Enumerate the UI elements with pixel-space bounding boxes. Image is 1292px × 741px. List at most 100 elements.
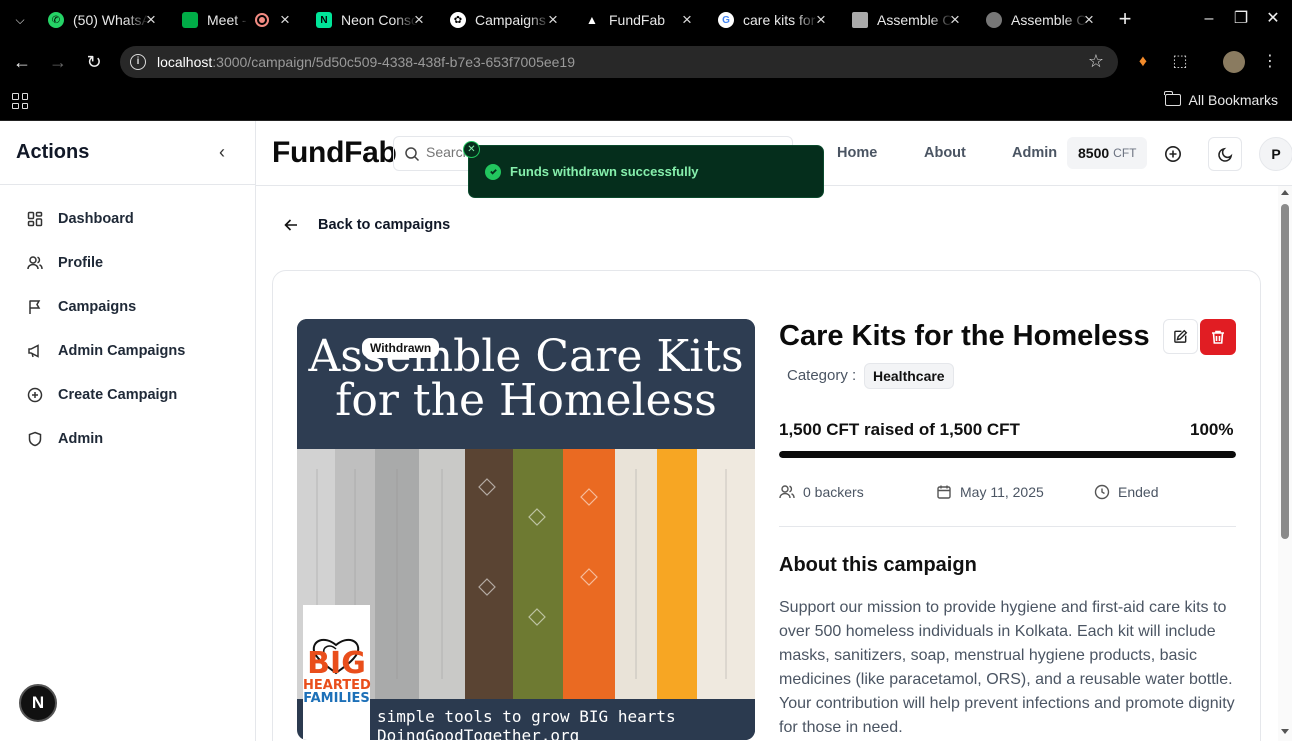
withdrawn-status-badge: Withdrawn <box>362 338 440 358</box>
forward-arrow-icon[interactable]: → <box>46 50 70 74</box>
reload-icon[interactable]: ↻ <box>82 50 106 74</box>
users-icon <box>779 485 795 499</box>
big-hearted-families-logo: BIG HEARTED FAMILIES <box>303 605 371 740</box>
close-tab-icon[interactable]: × <box>410 11 428 29</box>
site-info-icon[interactable]: i <box>130 54 146 70</box>
edit-pencil-icon <box>1174 329 1188 343</box>
status-stat: Ended <box>1094 484 1158 500</box>
sidebar-item-create-campaign[interactable]: Create Campaign <box>16 377 240 413</box>
about-description: Support our mission to provide hygiene a… <box>779 599 1235 736</box>
nav-home-link[interactable]: Home <box>837 145 877 161</box>
restore-window-icon[interactable]: ❐ <box>1230 8 1252 30</box>
close-tab-icon[interactable]: × <box>276 11 294 29</box>
token-balance: 8500 CFT <box>1067 137 1148 169</box>
browser-tab[interactable]: ✆ (50) WhatsApp × <box>48 6 160 34</box>
collapse-chevron-left-icon[interactable]: ‹ <box>212 142 232 162</box>
sidebar-item-admin[interactable]: Admin <box>16 421 240 457</box>
close-tab-icon[interactable]: × <box>142 11 160 29</box>
url-text[interactable]: localhost:3000/campaign/5d50c509-4338-43… <box>157 54 575 70</box>
sidebar-item-admin-campaigns[interactable]: Admin Campaigns <box>16 333 240 369</box>
back-arrow-icon[interactable]: ← <box>10 50 34 74</box>
moon-icon <box>1217 147 1232 162</box>
chatgpt-icon: ✿ <box>450 12 466 28</box>
minimize-window-icon[interactable]: – <box>1198 8 1220 30</box>
tab-search-chevron-icon[interactable]: ⌵ <box>10 10 30 30</box>
browser-toolbar: ← → ↻ i localhost:3000/campaign/5d50c509… <box>0 40 1292 84</box>
all-bookmarks-button[interactable]: All Bookmarks <box>1164 91 1278 108</box>
back-to-campaigns-link[interactable]: Back to campaigns <box>284 217 450 233</box>
sidebar-title: Actions <box>16 141 90 163</box>
sidebar-item-campaigns[interactable]: Campaigns <box>16 289 240 325</box>
shield-icon <box>27 431 43 447</box>
close-tab-icon[interactable]: × <box>678 11 696 29</box>
about-heading: About this campaign <box>779 554 977 576</box>
dev-tools-badge[interactable]: N <box>19 684 57 722</box>
close-tab-icon[interactable]: × <box>812 11 830 29</box>
recording-icon <box>255 13 269 27</box>
nav-admin-link[interactable]: Admin <box>1012 145 1057 161</box>
nav-about-link[interactable]: About <box>924 145 966 161</box>
sidebar-item-dashboard[interactable]: Dashboard <box>16 201 240 237</box>
page-icon <box>852 12 868 28</box>
sidebar-header: Actions ‹ <box>0 121 255 185</box>
meet-icon <box>182 12 198 28</box>
close-window-icon[interactable]: ✕ <box>1262 8 1284 30</box>
metamask-fox-icon[interactable]: ♦ <box>1133 52 1153 72</box>
bookmark-star-icon[interactable]: ☆ <box>1088 51 1104 72</box>
theme-toggle-button[interactable] <box>1208 137 1242 171</box>
extensions-puzzle-icon[interactable]: ⬚ <box>1170 52 1190 72</box>
category-label: Category : <box>787 367 857 384</box>
close-tab-icon[interactable]: × <box>544 11 562 29</box>
browser-tab[interactable]: Meet - × <box>182 6 294 34</box>
funding-progress-bar <box>779 451 1236 458</box>
profile-avatar-icon[interactable] <box>1223 51 1245 73</box>
funded-percentage: 100% <box>1190 420 1234 439</box>
page-scrollbar[interactable] <box>1278 186 1292 741</box>
globe-icon <box>986 12 1002 28</box>
sidebar-item-profile[interactable]: Profile <box>16 245 240 281</box>
address-bar[interactable]: i localhost:3000/campaign/5d50c509-4338-… <box>120 46 1118 78</box>
arrow-left-icon <box>284 219 297 231</box>
raised-amount: 1,500 CFT raised of 1,500 CFT <box>779 420 1020 439</box>
browser-tab[interactable]: N Neon Console × <box>316 6 428 34</box>
toast-close-icon[interactable]: ✕ <box>463 141 480 158</box>
browser-tab[interactable]: Assemble Care × <box>986 6 1098 34</box>
trash-icon <box>1212 330 1224 344</box>
close-tab-icon[interactable]: × <box>946 11 964 29</box>
clock-icon <box>1094 484 1110 500</box>
neon-icon: N <box>316 12 332 28</box>
sidebar: Actions ‹ Dashboard Profile Campaigns Ad… <box>0 121 256 741</box>
browser-tab[interactable]: Assemble Care × <box>852 6 964 34</box>
whatsapp-icon: ✆ <box>48 12 64 28</box>
browser-tab[interactable]: G care kits for × <box>718 6 830 34</box>
check-circle-icon <box>485 163 501 180</box>
folder-icon <box>1164 91 1181 106</box>
scroll-down-arrow-icon[interactable] <box>1281 729 1289 734</box>
vercel-triangle-icon: ▲ <box>586 13 598 27</box>
delete-campaign-button[interactable] <box>1200 319 1236 355</box>
browser-tab-active[interactable]: ▲ FundFab × <box>584 6 696 34</box>
google-icon: G <box>718 12 734 28</box>
brand-logo[interactable]: FundFab <box>272 136 397 170</box>
bookmarks-bar: All Bookmarks <box>0 84 1292 121</box>
dashboard-icon <box>27 211 43 227</box>
category-badge: Healthcare <box>864 363 954 389</box>
scroll-thumb[interactable] <box>1281 204 1289 539</box>
date-stat: May 11, 2025 <box>936 484 1044 500</box>
close-tab-icon[interactable]: × <box>1080 11 1098 29</box>
plus-circle-icon <box>1165 146 1181 162</box>
funding-progress-fill <box>779 451 1236 458</box>
flag-icon <box>27 299 43 315</box>
browser-tab[interactable]: ✿ Campaigns × <box>450 6 562 34</box>
new-tab-plus-icon[interactable]: + <box>1114 8 1136 30</box>
apps-grid-icon[interactable] <box>12 93 28 109</box>
plus-circle-icon <box>27 387 43 403</box>
scroll-up-arrow-icon[interactable] <box>1281 190 1289 195</box>
edit-campaign-button[interactable] <box>1163 319 1198 354</box>
divider <box>779 526 1236 527</box>
browser-menu-icon[interactable]: ⋮ <box>1260 52 1280 72</box>
backers-stat: 0 backers <box>779 484 864 500</box>
browser-tab-bar: ⌵ ✆ (50) WhatsApp × Meet - × N Neon Cons… <box>0 0 1292 40</box>
add-funds-button[interactable] <box>1156 137 1190 171</box>
user-avatar[interactable]: P <box>1259 137 1292 171</box>
